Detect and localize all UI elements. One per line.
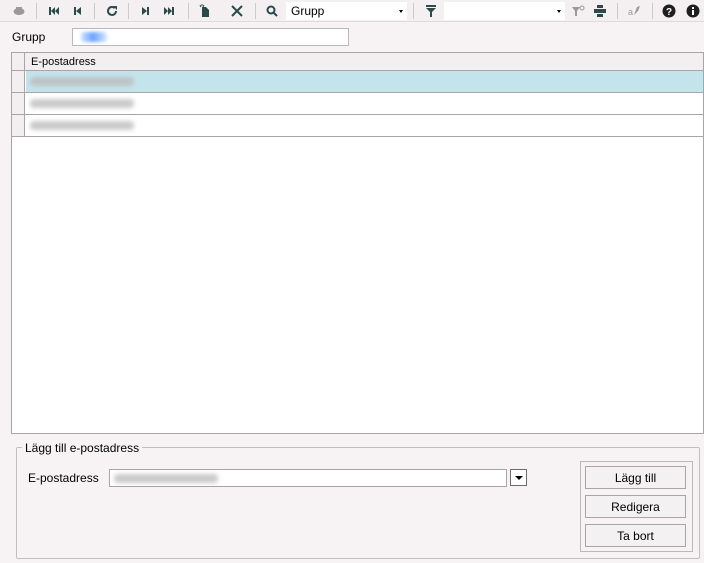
delete-icon[interactable]	[228, 2, 246, 20]
filter-combo[interactable]	[444, 2, 565, 20]
email-combo-input[interactable]	[109, 469, 507, 487]
previous-record-icon[interactable]	[68, 2, 86, 20]
grid-header: E-postadress	[12, 53, 703, 71]
table-row[interactable]	[12, 71, 703, 93]
next-record-icon[interactable]	[137, 2, 155, 20]
new-record-icon[interactable]	[196, 2, 214, 20]
email-cell[interactable]	[26, 115, 703, 136]
email-cell[interactable]	[26, 93, 703, 114]
svg-text:a: a	[628, 7, 633, 17]
row-selector[interactable]	[12, 93, 25, 114]
refresh-icon[interactable]	[103, 2, 121, 20]
toolbar: Grupp a ?	[0, 0, 704, 22]
groupbox-title: Lägg till e-postadress	[22, 441, 143, 455]
group-label: Grupp	[12, 30, 46, 44]
search-field-value: Grupp	[291, 4, 325, 18]
table-row[interactable]	[12, 115, 703, 137]
redacted-value	[30, 77, 134, 86]
print-icon[interactable]	[591, 2, 609, 20]
row-selector[interactable]	[12, 71, 25, 92]
grid-corner	[12, 53, 25, 70]
redacted-value	[114, 474, 218, 483]
search-icon[interactable]	[263, 2, 281, 20]
email-label: E-postadress	[28, 471, 99, 485]
email-dropdown-button[interactable]	[510, 469, 527, 486]
email-grid[interactable]: E-postadress	[11, 52, 704, 434]
redacted-value	[30, 99, 134, 108]
table-row[interactable]	[12, 93, 703, 115]
search-field-combo[interactable]: Grupp	[286, 2, 407, 20]
column-header-email[interactable]: E-postadress	[31, 56, 96, 68]
chevron-down-icon	[515, 476, 523, 480]
edit-button[interactable]: Redigera	[585, 495, 686, 518]
first-record-icon[interactable]	[45, 2, 63, 20]
row-selector[interactable]	[12, 115, 25, 136]
record-icon[interactable]	[10, 2, 28, 20]
email-cell[interactable]	[26, 71, 703, 92]
group-field[interactable]	[72, 28, 349, 46]
svg-text:?: ?	[666, 7, 672, 18]
redacted-value	[81, 32, 107, 42]
info-icon[interactable]	[684, 2, 702, 20]
chevron-down-icon	[399, 10, 403, 13]
remove-button[interactable]: Ta bort	[585, 524, 686, 547]
chevron-down-icon	[557, 10, 561, 13]
last-record-icon[interactable]	[160, 2, 178, 20]
redacted-value	[30, 121, 134, 130]
add-button[interactable]: Lägg till	[585, 466, 686, 489]
clear-filter-icon[interactable]	[569, 2, 587, 20]
filter-icon[interactable]	[422, 2, 440, 20]
help-icon[interactable]: ?	[660, 2, 678, 20]
spell-check-icon[interactable]: a	[626, 2, 644, 20]
